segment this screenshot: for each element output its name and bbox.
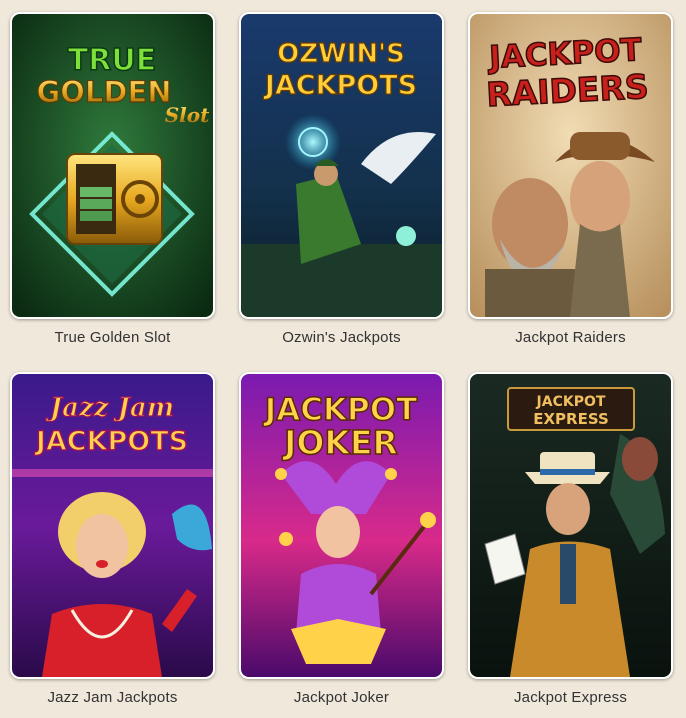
game-title[interactable]: Jackpot Joker [239,689,444,706]
game-thumbnail[interactable]: JACKPOT EXPRESS [468,372,673,679]
game-title[interactable]: True Golden Slot [10,329,215,346]
logo-line-2: GOLDEN [36,75,171,109]
logo-line-2: JACKPOTS [263,70,417,101]
game-card-jazz-jam-jackpots[interactable]: Jazz Jam JACKPOTS Jazz Jam Jackpots [10,372,215,706]
game-card-jackpot-joker[interactable]: JACKPOT JOKER Jackpot Joker [239,372,444,706]
game-thumbnail[interactable]: JACKPOT JOKER [239,372,444,679]
game-thumbnail[interactable]: OZWIN'S JACKPOTS [239,12,444,319]
logo-line-2: JOKER [282,423,398,462]
logo-line-1: Jazz Jam [45,393,174,423]
game-title[interactable]: Ozwin's Jackpots [239,329,444,346]
game-card-jackpot-express[interactable]: JACKPOT EXPRESS Jackpot Express [468,372,673,706]
logo-line-2: EXPRESS [533,410,609,428]
game-art-ozwins-jackpots: OZWIN'S JACKPOTS [241,14,442,317]
game-title[interactable]: Jackpot Express [468,689,673,706]
logo-line-1: TRUE [68,43,156,78]
game-thumbnail[interactable]: JACKPOT RAIDERS [468,12,673,319]
game-art-jackpot-express: JACKPOT EXPRESS [470,374,671,677]
game-art-jazz-jam-jackpots: Jazz Jam JACKPOTS [12,374,213,677]
game-art-jackpot-raiders: JACKPOT RAIDERS [470,14,671,317]
game-title[interactable]: Jackpot Raiders [468,329,673,346]
logo-line-1: OZWIN'S [277,39,405,69]
logo-line-2: JACKPOTS [34,426,188,457]
game-title[interactable]: Jazz Jam Jackpots [10,689,215,706]
game-art-jackpot-joker: JACKPOT JOKER [241,374,442,677]
game-art-true-golden-slot: TRUE GOLDEN Slot [12,14,213,317]
logo-line-1: JACKPOT [536,394,606,410]
logo-line-3: Slot [165,103,210,127]
game-grid: TRUE GOLDEN Slot True Golden Slot OZWIN'… [0,0,686,718]
game-card-jackpot-raiders[interactable]: JACKPOT RAIDERS Jackpot Raiders [468,12,673,346]
game-thumbnail[interactable]: TRUE GOLDEN Slot [10,12,215,319]
game-card-ozwins-jackpots[interactable]: OZWIN'S JACKPOTS Ozwin's Jackpots [239,12,444,346]
game-card-true-golden-slot[interactable]: TRUE GOLDEN Slot True Golden Slot [10,12,215,346]
game-thumbnail[interactable]: Jazz Jam JACKPOTS [10,372,215,679]
